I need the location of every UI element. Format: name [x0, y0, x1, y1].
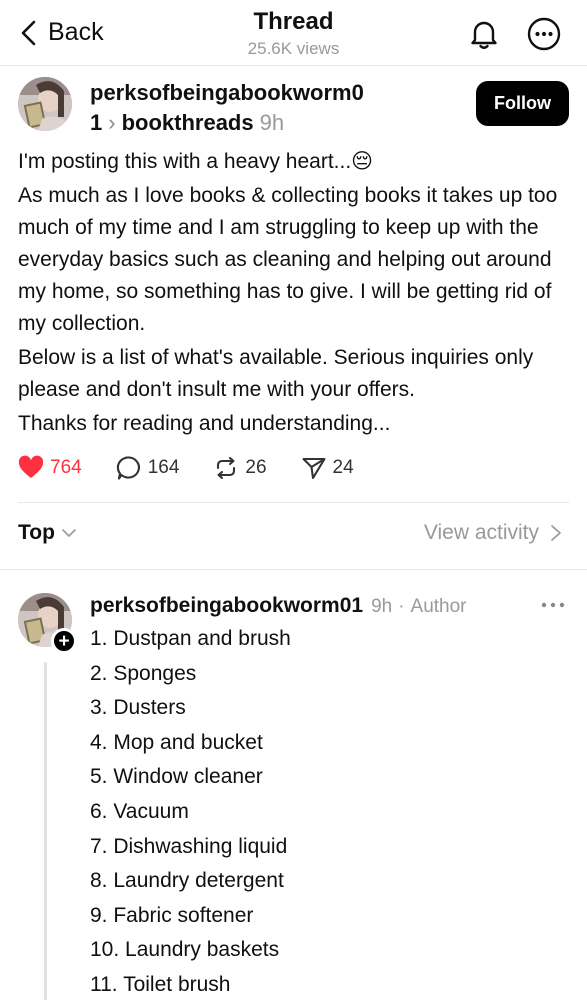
divider	[18, 502, 569, 503]
comment-icon	[116, 456, 140, 480]
list-item: 10. Laundry baskets	[90, 938, 280, 962]
community-name[interactable]: bookthreads	[122, 110, 254, 135]
reply-list: 1. Dustpan and brush 2. Sponges 3. Duste…	[90, 622, 291, 1000]
share-count: 24	[332, 457, 354, 478]
repost-icon	[217, 456, 236, 480]
thread-connector-line	[44, 662, 47, 1000]
chevron-right-icon: ›	[108, 110, 116, 135]
reply-count: 164	[147, 457, 180, 478]
repost-button[interactable]: 26	[213, 455, 267, 481]
list-item: 4. Mop and bucket	[90, 730, 263, 754]
divider	[0, 569, 587, 570]
follow-button[interactable]: Follow	[476, 81, 569, 126]
author-badge: Author	[410, 596, 467, 617]
top-bar: Back Thread 25.6K views	[0, 0, 587, 66]
avatar-photo	[18, 77, 72, 131]
heart-icon	[18, 455, 44, 478]
list-item: 1. Dustpan and brush	[90, 627, 291, 650]
list-item: 11. Toilet brush	[90, 972, 231, 996]
avatar[interactable]	[18, 77, 72, 131]
send-icon	[301, 457, 326, 480]
chevron-down-icon	[62, 529, 76, 537]
list-item: 7. Dishwashing liquid	[90, 834, 288, 858]
post-timestamp: 9h	[259, 110, 285, 135]
list-item: 9. Fabric softener	[90, 903, 254, 927]
post-paragraph: Below is a list of what's available. Ser…	[18, 346, 534, 401]
post-paragraph: I'm posting this with a heavy heart...😔	[18, 150, 374, 173]
more-options-icon[interactable]	[540, 597, 566, 613]
sort-label: Top	[18, 521, 55, 544]
follow-plus-icon[interactable]: +	[51, 628, 77, 654]
reply-username[interactable]: perksofbeingabookworm01	[90, 592, 363, 620]
list-item: 3. Dusters	[90, 696, 186, 720]
post-actions: 764 164 26 24	[18, 452, 388, 484]
bell-icon[interactable]	[466, 16, 502, 52]
list-item: 2. Sponges	[90, 661, 197, 685]
like-button[interactable]: 764	[18, 455, 82, 481]
view-activity-link[interactable]: View activity	[424, 521, 563, 545]
post-text: I'm posting this with a heavy heart...😔 …	[18, 146, 573, 442]
share-button[interactable]: 24	[301, 455, 354, 481]
list-item: 8. Laundry detergent	[90, 869, 284, 893]
post-paragraph: Thanks for reading and understanding...	[18, 412, 391, 435]
view-activity-label: View activity	[423, 521, 539, 544]
more-options-icon[interactable]	[526, 16, 562, 52]
like-count: 764	[50, 457, 82, 478]
reply-button[interactable]: 164	[116, 455, 180, 481]
post-paragraph: As much as I love books & collecting boo…	[18, 184, 558, 335]
reply-timestamp: 9h	[371, 596, 393, 617]
post-author-line: perksofbeingabookworm01 › bookthreads 9h	[90, 78, 380, 138]
sort-dropdown[interactable]: Top	[18, 521, 77, 545]
separator-dot: ·	[398, 596, 405, 617]
chevron-right-icon	[551, 525, 561, 541]
reply-header: perksofbeingabookworm01 9h · Author	[90, 592, 467, 621]
repost-count: 26	[245, 457, 267, 478]
list-item: 6. Vacuum	[90, 799, 189, 823]
list-item: 5. Window cleaner	[90, 765, 263, 789]
